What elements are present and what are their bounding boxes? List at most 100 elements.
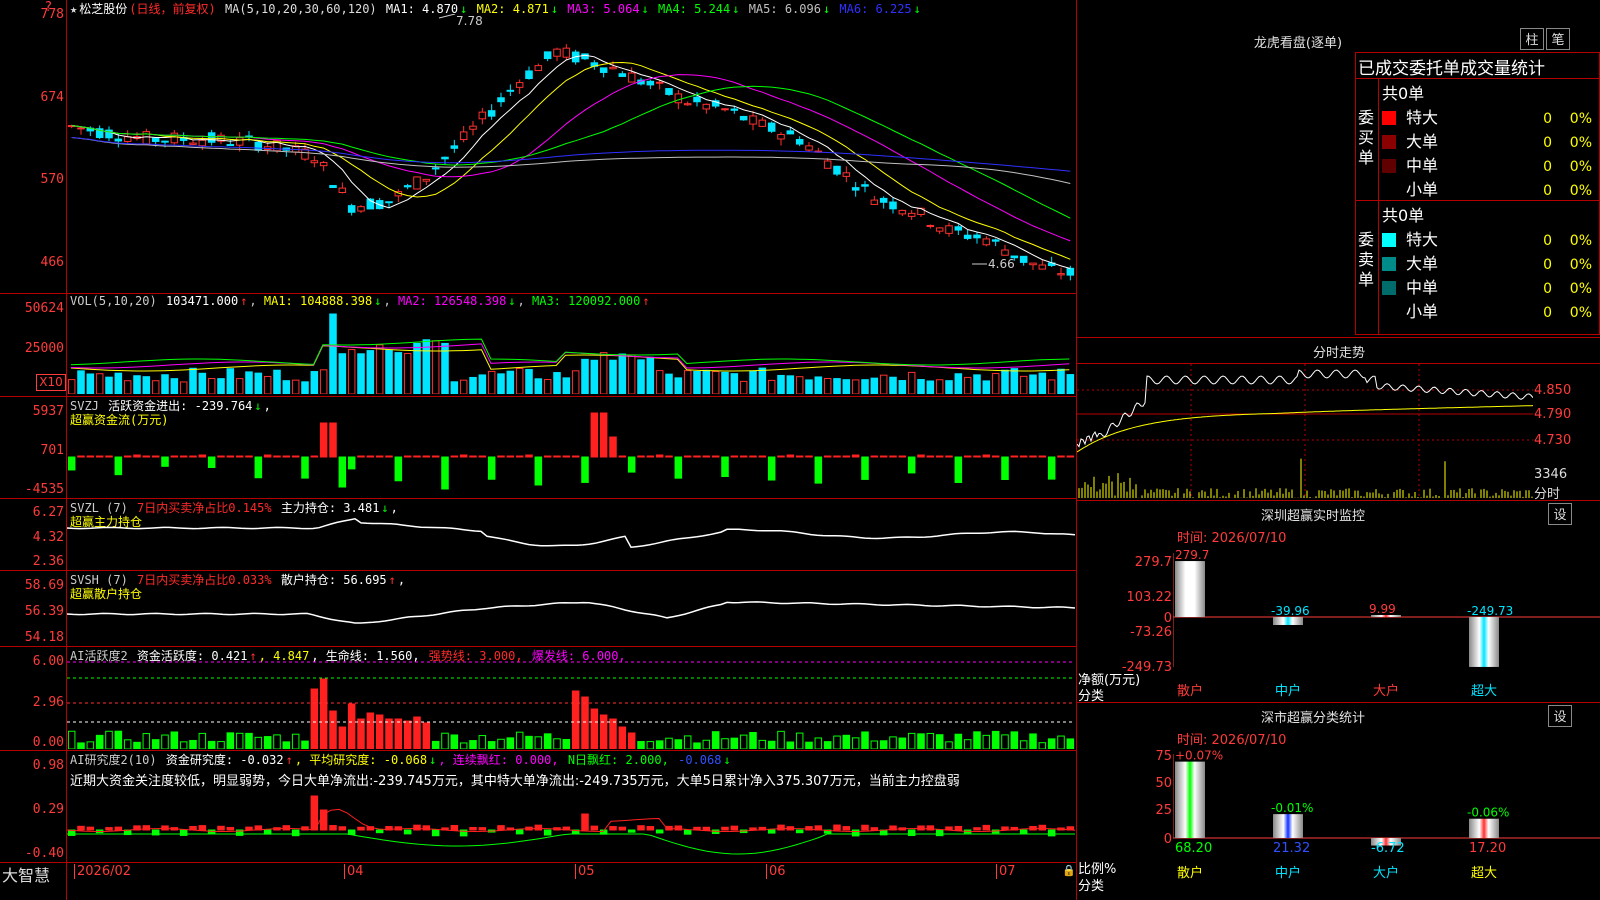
ai1-bar — [441, 732, 449, 749]
ai1-bar — [319, 678, 328, 749]
svzj-bar — [935, 455, 944, 458]
tick-mode-button[interactable]: 笔 — [1546, 28, 1570, 50]
lock-icon[interactable]: 🔒 — [1062, 864, 1076, 877]
bar-mode-button[interactable]: 柱 — [1520, 28, 1544, 50]
ai1-bar — [758, 739, 767, 749]
volume-bar — [450, 381, 459, 394]
ai2-bar — [1019, 829, 1028, 834]
volume-bar — [431, 340, 440, 394]
date-tick: 2026/02 — [74, 864, 131, 879]
candle-body — [534, 65, 543, 72]
ai1-bar — [179, 741, 188, 749]
ai1-bar — [609, 718, 617, 749]
candle-body — [487, 110, 496, 117]
svsh-line — [67, 601, 1075, 624]
axis-tick: 103.22 — [1126, 590, 1173, 605]
ai2-avg-line — [67, 833, 1075, 855]
volume-bar — [665, 373, 673, 394]
vol-arrow: ↑ — [240, 294, 248, 308]
candle-body — [991, 239, 1000, 242]
ai1-bar — [422, 722, 431, 749]
candle-body — [543, 51, 552, 60]
candle-body — [310, 160, 319, 164]
price-tick: 570 — [40, 172, 64, 187]
candle-body — [907, 212, 916, 217]
svzj-bar — [571, 455, 580, 458]
sell-total: 共0单 — [1382, 206, 1425, 225]
volume-bar — [534, 378, 543, 394]
ai1-bar — [497, 738, 505, 749]
svzj-bar — [142, 455, 151, 458]
candlestick-chart[interactable] — [67, 14, 1075, 293]
volume-bar — [851, 379, 860, 394]
bar-value-label: -6.72 — [1371, 841, 1405, 856]
ai2-bar — [282, 825, 291, 831]
volume-bar — [786, 375, 795, 394]
svzj-bar — [711, 455, 720, 458]
category-label: 散户 — [1177, 683, 1203, 699]
svzj-bar — [301, 456, 309, 479]
volume-bar — [525, 368, 533, 394]
volume-bar — [814, 376, 823, 394]
szmon-settings-button[interactable]: 设 — [1548, 503, 1572, 525]
vol-unit-badge[interactable]: X10 — [36, 374, 66, 391]
volume-bar — [917, 379, 925, 394]
ai1-bar — [861, 731, 869, 749]
volume-bar — [347, 349, 356, 394]
ai2-bar — [870, 827, 879, 831]
bar-top-label: -39.96 — [1271, 604, 1310, 618]
svzj-bar — [805, 455, 813, 458]
szcls-settings-button[interactable]: 设 — [1548, 705, 1572, 727]
svzj-bar — [945, 455, 953, 458]
volume-bar — [133, 375, 141, 394]
brand-logo[interactable]: 大智慧 — [2, 862, 50, 886]
ai1-bar — [394, 718, 403, 749]
ai2-bar — [413, 824, 421, 831]
category-label: 散户 — [1177, 865, 1203, 881]
ai2-bar — [310, 795, 319, 831]
candle-body — [693, 96, 701, 103]
volume-bar — [394, 352, 403, 394]
lhb-row-pct: 0% — [1569, 281, 1592, 297]
ai2-bar — [627, 829, 636, 833]
volume-bar — [590, 359, 599, 394]
axis-tick: 0 — [1163, 611, 1172, 626]
ai1-bar — [842, 734, 851, 749]
high-pointer — [438, 14, 456, 19]
volume-bar — [226, 368, 235, 394]
ai1-bar — [1029, 733, 1037, 749]
color-swatch — [1382, 183, 1396, 197]
svzj-bar — [534, 456, 543, 486]
szcls-chart: +0.07% 68.20 散户 -0.01% 21.32 中户 -6.72 大户 -0.06% 1… — [1173, 749, 1600, 881]
candle-body — [795, 138, 804, 145]
price-tick: 466 — [40, 255, 64, 270]
svzj-bar — [207, 456, 216, 468]
volume-bar — [77, 370, 85, 394]
ai1-bar — [693, 742, 701, 749]
intraday-chart[interactable] — [1077, 364, 1533, 498]
question-icon[interactable]: ? — [45, 0, 52, 15]
ai1-bar — [618, 726, 627, 749]
svzj-bar — [842, 455, 851, 458]
candle-body — [861, 184, 869, 187]
svzj-bar — [562, 455, 571, 458]
candle-body — [347, 205, 356, 213]
lhb-row-count: 0 — [1543, 281, 1552, 297]
ai1-bar — [95, 734, 104, 749]
ai1-bar — [67, 730, 76, 749]
svzj-bar — [693, 455, 701, 458]
svzj-bar — [329, 422, 337, 458]
date-tick: 05 — [575, 864, 595, 879]
candle-body — [357, 206, 365, 212]
svzj-bar — [105, 455, 113, 458]
ai2-bar — [590, 825, 599, 831]
ai2-bar — [861, 824, 869, 831]
volume-bar — [357, 353, 365, 394]
ai1-bar — [245, 732, 253, 749]
svzj-bar — [609, 436, 617, 458]
svsh-tick: 54.18 — [24, 630, 64, 645]
candle-body — [1038, 264, 1047, 270]
candle-body — [338, 187, 347, 194]
category-label: 中户 — [1275, 865, 1301, 881]
lhb-row-pct: 0% — [1569, 257, 1592, 273]
